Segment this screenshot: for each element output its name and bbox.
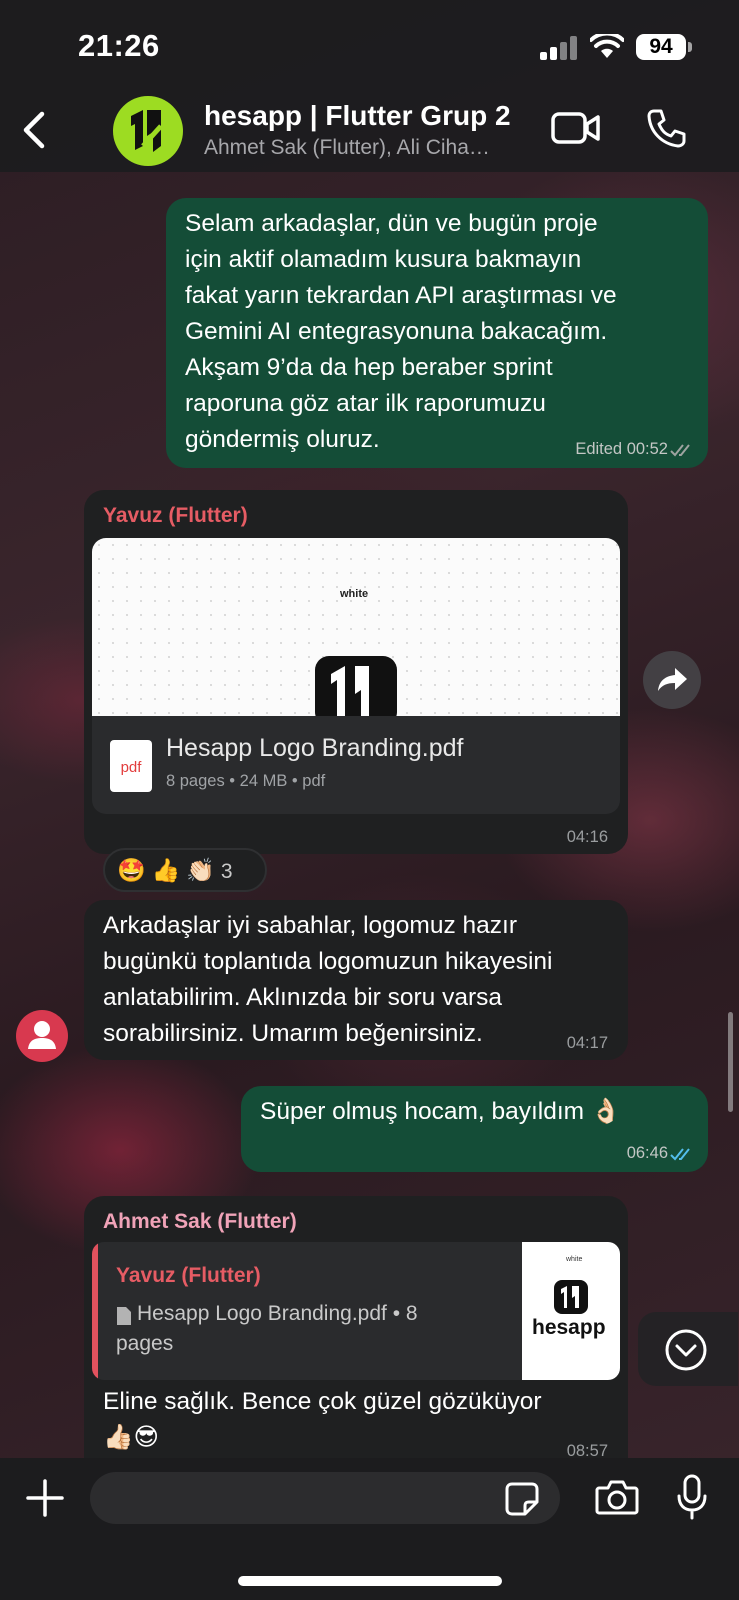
message-line: Arkadaşlar iyi sabahlar, logomuz hazır <box>103 912 517 939</box>
hesapp-logo-icon <box>554 1280 588 1314</box>
thumbnail-caption: white <box>566 1256 583 1263</box>
person-icon <box>28 1021 56 1049</box>
message-input[interactable] <box>90 1472 560 1524</box>
message-line: 👍🏻😎 <box>103 1424 160 1451</box>
camera-icon[interactable] <box>595 1478 639 1516</box>
chevron-down-circle-icon <box>665 1329 707 1371</box>
read-double-check-icon <box>670 1148 690 1161</box>
microphone-icon[interactable] <box>676 1474 708 1520</box>
reaction-count: 3 <box>220 860 233 883</box>
wifi-icon <box>590 34 624 58</box>
video-call-icon[interactable] <box>551 110 601 146</box>
forward-arrow-icon <box>658 668 687 691</box>
sender-avatar[interactable] <box>16 1010 68 1062</box>
message-text: Süper olmuş hocam, bayıldım 👌🏻 <box>260 1098 622 1125</box>
sender-name: Ahmet Sak (Flutter) <box>103 1210 297 1233</box>
quoted-text-line: Hesapp Logo Branding.pdf • 8 <box>137 1302 418 1325</box>
message-timestamp: 04:16 <box>566 828 608 846</box>
home-indicator <box>238 1576 502 1586</box>
group-avatar[interactable] <box>113 96 183 166</box>
quoted-message[interactable]: Yavuz (Flutter) Hesapp Logo Branding.pdf… <box>92 1242 620 1380</box>
quoted-text-line: pages <box>116 1332 174 1355</box>
voice-call-icon[interactable] <box>646 108 686 148</box>
reaction-emoji: 👍 <box>151 857 181 883</box>
scroll-to-bottom-button[interactable] <box>638 1312 738 1386</box>
sender-name: Yavuz (Flutter) <box>103 504 248 527</box>
outgoing-message[interactable]: Selam arkadaşlar, dün ve bugün proje içi… <box>166 198 708 468</box>
hesapp-logo-icon <box>131 110 163 152</box>
reaction-emoji: 👏🏻 <box>186 857 215 883</box>
message-line: Akşam 9’da da hep beraber sprint <box>185 354 553 381</box>
reactions-pill[interactable]: 🤩 👍 👏🏻 3 <box>103 848 267 892</box>
document-name: Hesapp Logo Branding.pdf <box>166 734 464 762</box>
message-line: için aktif olamadım kusura bakmayın <box>185 246 582 273</box>
chat-subtitle[interactable]: Ahmet Sak (Flutter), Ali Ciha… <box>204 136 490 160</box>
message-line: bugünkü toplantıda logomuzun hikayesini <box>103 948 553 975</box>
message-line: Selam arkadaşlar, dün ve bugün proje <box>185 210 598 237</box>
message-text: Selam arkadaşlar, dün ve bugün proje içi… <box>185 206 617 458</box>
document-icon <box>117 1307 131 1325</box>
message-line: fakat yarın tekrardan API araştırması ve <box>185 282 617 309</box>
back-chevron-icon[interactable] <box>16 108 56 152</box>
chat-title[interactable]: hesapp | Flutter Grup 2 <box>204 100 511 132</box>
hesapp-logo-icon <box>315 656 397 716</box>
quoted-sender: Yavuz (Flutter) <box>116 1264 261 1287</box>
status-time: 21:26 <box>78 28 160 63</box>
message-line: Gemini AI entegrasyonuna bakacağım. <box>185 318 608 345</box>
incoming-message[interactable]: Arkadaşlar iyi sabahlar, logomuz hazır b… <box>84 900 628 1060</box>
document-attachment[interactable]: white pdf Hesapp Logo Branding.pdf 8 pag… <box>92 538 620 814</box>
pdf-file-icon: pdf <box>110 740 152 792</box>
message-timestamp: 06:46 <box>626 1144 668 1162</box>
thumbnail-wordmark: hesapp <box>532 1316 606 1339</box>
message-line: anlatabilirim. Aklınızda bir soru varsa <box>103 984 502 1011</box>
message-text: Arkadaşlar iyi sabahlar, logomuz hazır b… <box>103 908 552 1052</box>
document-info: 8 pages • 24 MB • pdf <box>166 772 326 790</box>
preview-caption: white <box>340 588 369 600</box>
quoted-thumbnail: white hesapp <box>522 1242 620 1380</box>
double-check-icon <box>670 444 690 457</box>
message-line: göndermiş oluruz. <box>185 426 380 453</box>
message-line: sorabilirsiniz. Umarım beğenirsiniz. <box>103 1020 483 1047</box>
message-line: raporuna göz atar ilk raporumuzu <box>185 390 546 417</box>
sticker-icon[interactable] <box>504 1481 540 1517</box>
outgoing-message[interactable]: Süper olmuş hocam, bayıldım 👌🏻 06:46 <box>241 1086 708 1172</box>
forward-button[interactable] <box>643 651 701 709</box>
plus-icon[interactable] <box>25 1478 65 1518</box>
message-timestamp: 04:17 <box>566 1034 608 1052</box>
document-preview[interactable]: white <box>92 538 620 716</box>
battery-indicator: 94 <box>636 34 692 60</box>
reaction-emoji: 🤩 <box>117 857 146 883</box>
message-line: Eline sağlık. Bence çok güzel gözüküyor <box>103 1388 542 1415</box>
scroll-indicator[interactable] <box>728 1012 733 1112</box>
message-text: Eline sağlık. Bence çok güzel gözüküyor … <box>103 1384 542 1456</box>
message-timestamp: Edited 00:52 <box>575 440 668 458</box>
cellular-signal-icon <box>540 36 577 60</box>
